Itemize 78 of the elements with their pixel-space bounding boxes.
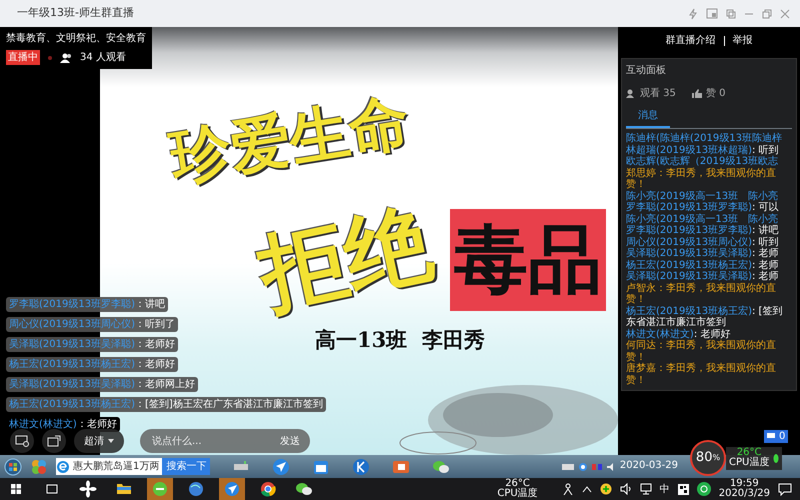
chat-message-continuation: 赞！: [626, 179, 647, 190]
quality-dropdown[interactable]: 超清: [74, 429, 124, 453]
panel-link[interactable]: 群直播介绍: [666, 33, 716, 48]
panel-link[interactable]: 举报: [732, 33, 752, 48]
chat-message: 罗李聪(2019级13班罗李聪): 可以: [626, 202, 780, 214]
chat-message: 吴泽聪(2019级13班吴泽聪): 老师: [626, 271, 780, 282]
clock[interactable]: 19:59 2020/3/29: [718, 478, 770, 500]
person-icon[interactable]: [562, 483, 574, 495]
caret-icon: [108, 439, 114, 443]
chat-message: 陈迪梓(陈迪梓(2019级13班陈迪梓: [626, 133, 783, 144]
send-button[interactable]: 发送: [280, 434, 300, 448]
like-count: 赞 0: [706, 87, 726, 101]
screen-icon: [15, 435, 29, 447]
slide-stamp: 毒品: [450, 209, 606, 311]
panel-tab[interactable]: 消息: [626, 105, 670, 128]
chat-message: 吴泽聪(2019级13班吴泽聪)：老师网上好: [6, 377, 198, 392]
thumbs-up-icon: [692, 89, 702, 98]
plus-badge-icon[interactable]: [600, 483, 612, 495]
chat-input[interactable]: 说点什么... 发送: [140, 429, 310, 453]
viewer-count: 34 人观看: [80, 50, 126, 65]
tray-date: 2020-03-29: [620, 461, 678, 472]
ring-app-icon[interactable]: [696, 482, 711, 496]
paper-plane-icon[interactable]: [272, 458, 290, 476]
chat-message: 陈小亮(2019级高一13班 陈小亮: [626, 214, 780, 224]
live-badge: 直播中: [6, 50, 40, 65]
panel-title: 互动面板: [626, 64, 667, 78]
fan-icon[interactable]: [77, 478, 99, 500]
qr-code-icon[interactable]: [678, 484, 689, 494]
chat-message: 杨王宏(2019级13班杨王宏): 老师: [626, 260, 780, 270]
chat-icon: [767, 433, 775, 440]
live-dot-icon: [48, 56, 52, 60]
speaker-icon[interactable]: [620, 483, 632, 495]
chevron-up-icon[interactable]: [582, 485, 592, 493]
leaf-icon: [773, 454, 780, 462]
chat-message: 吴泽聪(2019级13班吴泽聪)：老师好: [6, 337, 178, 352]
cpu-temperature: 26°C CPU温度: [726, 446, 782, 470]
chat-message-continuation: 赞！: [626, 352, 647, 362]
chat-message: 林进文(林进文): 老师好: [626, 328, 732, 340]
start-orb-icon[interactable]: [4, 458, 22, 476]
chat-message-continuation: 东省湛江市廉江市签到: [626, 317, 727, 328]
viewers-icon: [60, 52, 72, 62]
view-count: 观看 35: [640, 86, 676, 101]
chat-message: 卢智永：李田秀，我来围观你的直: [626, 282, 777, 294]
chat-message: 罗李聪(2019级13班罗李聪): 讲吧: [626, 225, 780, 236]
chat-message: 林进文(林进文)：老师好: [6, 417, 120, 432]
chat-message: 周心仪(2019级13班周心仪): 听到: [626, 236, 780, 248]
chat-message: 欧志辉(欧志辉（2019级13班欧志: [626, 156, 780, 168]
chat-message: 周心仪(2019级13班周心仪)：听到了: [6, 317, 178, 332]
chat-message: 罗李聪(2019级13班罗李聪)：讲吧: [6, 297, 168, 312]
chat-message: 郑思婷：李田秀，我来围观你的直: [626, 168, 777, 179]
speaker-icon: [606, 462, 616, 472]
chat-message: 杨王宏(2019级13班杨王宏): [签到: [626, 306, 784, 316]
chat-message: 杨王宏(2019级13班杨王宏)：老师好: [6, 357, 178, 372]
chat-message: 陈小亮(2019级高一13班 陈小亮: [626, 190, 780, 202]
notification-icon[interactable]: [778, 482, 792, 496]
search-button[interactable]: 搜索一下: [162, 458, 210, 475]
slide-title: 拒绝: [252, 195, 440, 324]
rotate-icon: [47, 435, 61, 447]
chat-message: 杨王宏(2019级13班杨王宏)：[签到]杨王宏在广东省湛江市廉江市签到: [6, 397, 326, 412]
chat-message-continuation: 赞！: [626, 374, 647, 386]
monitor-icon[interactable]: [640, 483, 652, 495]
search-text: 惠大鹏荒岛逼1万两: [72, 460, 160, 474]
ring-icon: [578, 462, 588, 472]
ime-indicator[interactable]: 中: [660, 482, 670, 496]
slide-title: 珍爱生命: [166, 88, 414, 192]
chat-message: 林超瑞(2019级13班林超瑞): 听到: [626, 144, 780, 156]
chat-message-continuation: 赞！: [626, 294, 647, 306]
chat-message: 吴泽聪(2019级13班吴泽聪): 老师: [626, 248, 780, 260]
four-circles-app-icon[interactable]: [30, 458, 48, 476]
window-title: 一年级13班-师生群直播: [17, 5, 134, 22]
cpu-temperature: 26°C CPU温度: [497, 478, 538, 500]
stream-topic: 禁毒教育、文明祭祀、安全教育: [6, 32, 146, 46]
viewers-icon: [626, 89, 636, 98]
message-count-badge[interactable]: 0: [764, 430, 788, 443]
chat-message: 唐梦嘉：李田秀，我来围观你的直: [626, 363, 777, 374]
k-circle-icon[interactable]: [352, 458, 370, 476]
chat-message: 何同达：李田秀，我来围观你的直: [626, 340, 777, 352]
slide-caption: 高一13班 李田秀: [315, 327, 485, 352]
